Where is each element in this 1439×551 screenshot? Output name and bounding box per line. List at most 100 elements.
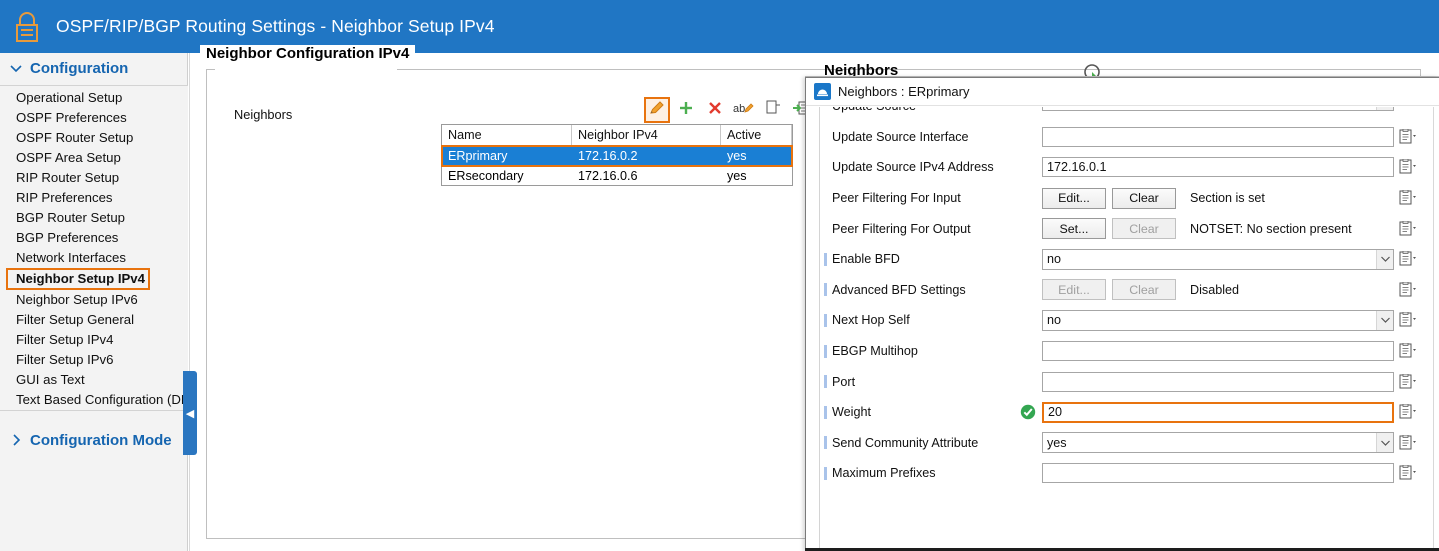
- sidebar-item-label: Neighbor Setup IPv4: [16, 271, 145, 286]
- clipboard-dropdown-icon[interactable]: [1399, 342, 1421, 360]
- sidebar-item-label: Filter Setup IPv6: [16, 352, 114, 367]
- update-source-interface-input[interactable]: [1042, 126, 1394, 147]
- column-header-name: Name: [442, 125, 572, 145]
- sidebar-item-label: BGP Router Setup: [16, 210, 125, 225]
- sidebar-item-bgp-router-setup[interactable]: BGP Router Setup: [0, 208, 188, 228]
- update-source-select[interactable]: Address: [1042, 107, 1394, 111]
- clipboard-dropdown-icon[interactable]: [1399, 220, 1421, 238]
- label-send-community-attribute: Send Community Attribute: [824, 436, 1042, 450]
- clipboard-dropdown-icon[interactable]: [1399, 403, 1421, 421]
- sidebar-item-label: Neighbor Setup IPv6: [16, 292, 138, 307]
- clipboard-dropdown-icon[interactable]: [1399, 434, 1421, 452]
- sidebar-item-neighbor-setup-ipv4[interactable]: Neighbor Setup IPv4: [6, 268, 150, 290]
- port-input[interactable]: [1042, 371, 1394, 392]
- label-text: Advanced BFD Settings: [832, 282, 966, 297]
- clipboard-dropdown-icon[interactable]: [1399, 281, 1421, 299]
- form-row-weight: Weight 20: [820, 397, 1439, 428]
- send-community-attribute-value: yes: [1047, 435, 1067, 450]
- sidebar-item-operational-setup[interactable]: Operational Setup: [0, 88, 188, 108]
- sidebar-item-filter-setup-general[interactable]: Filter Setup General: [0, 310, 188, 330]
- sidebar-item-ospf-area-setup[interactable]: OSPF Area Setup: [0, 148, 188, 168]
- rename-ab-icon: ab: [733, 99, 755, 122]
- sidebar-item-label: OSPF Area Setup: [16, 150, 121, 165]
- copy-icon: [764, 99, 782, 122]
- peer-filtering-input-edit-button[interactable]: Edit...: [1042, 187, 1106, 209]
- advanced-bfd-clear-button: Clear: [1112, 279, 1176, 301]
- clipboard-dropdown-icon[interactable]: [1399, 464, 1421, 482]
- enable-bfd-select[interactable]: no: [1042, 248, 1394, 270]
- list-toolbar: ab: [644, 97, 815, 123]
- peer-filtering-output-set-button[interactable]: Set...: [1042, 218, 1106, 240]
- clipboard-dropdown-icon[interactable]: [1399, 128, 1421, 146]
- neighbors-list-label: Neighbors: [234, 107, 293, 122]
- sidebar-item-rip-preferences[interactable]: RIP Preferences: [0, 188, 188, 208]
- sidebar-item-ospf-router-setup[interactable]: OSPF Router Setup: [0, 128, 188, 148]
- sidebar-item-filter-setup-ipv6[interactable]: Filter Setup IPv6: [0, 350, 188, 370]
- chevron-down-icon[interactable]: [1376, 107, 1393, 110]
- chevron-right-icon: [8, 432, 24, 448]
- sidebar-item-label: GUI as Text: [16, 372, 85, 387]
- cell-neighbor-ipv4: 172.16.0.2: [578, 149, 638, 163]
- sidebar-collapse-handle[interactable]: ◀: [183, 371, 197, 455]
- sidebar-item-label: Network Interfaces: [16, 250, 126, 265]
- delete-button[interactable]: [702, 97, 728, 123]
- sidebar-item-filter-setup-ipv4[interactable]: Filter Setup IPv4: [0, 330, 188, 350]
- label-text: Update Source IPv4 Address: [832, 160, 994, 175]
- field-marker: [824, 161, 827, 174]
- weight-input[interactable]: 20: [1042, 401, 1394, 423]
- send-community-attribute-select[interactable]: yes: [1042, 432, 1394, 454]
- sidebar-item-network-interfaces[interactable]: Network Interfaces: [0, 248, 188, 268]
- clipboard-dropdown-icon[interactable]: [1399, 311, 1421, 329]
- sidebar-item-gui-as-text[interactable]: GUI as Text: [0, 370, 188, 390]
- sidebar-section-label: Configuration Mode: [30, 431, 172, 449]
- clipboard-dropdown-icon[interactable]: [1399, 107, 1421, 109]
- sidebar-item-text-based-configuration[interactable]: Text Based Configuration (DEP: [0, 390, 188, 410]
- label-peer-filtering-for-output: Peer Filtering For Output: [824, 222, 1042, 236]
- clipboard-dropdown-icon[interactable]: [1399, 373, 1421, 391]
- update-source-ipv4-address-input[interactable]: 172.16.0.1: [1042, 157, 1394, 178]
- copy-button[interactable]: [760, 97, 786, 123]
- sidebar-item-ospf-preferences[interactable]: OSPF Preferences: [0, 108, 188, 128]
- sidebar-section-configuration[interactable]: Configuration: [0, 53, 188, 83]
- rename-button[interactable]: ab: [731, 97, 757, 123]
- label-text: Maximum Prefixes: [832, 466, 936, 481]
- sidebar-item-label: Filter Setup General: [16, 312, 135, 327]
- cell-neighbor-ipv4: 172.16.0.6: [578, 168, 638, 183]
- field-marker: [824, 375, 827, 389]
- maximum-prefixes-input[interactable]: [1042, 463, 1394, 484]
- clipboard-dropdown-icon[interactable]: [1399, 158, 1421, 176]
- table-row[interactable]: ERprimary 172.16.0.2 yes: [441, 145, 793, 167]
- label-ebgp-multihop: EBGP Multihop: [824, 344, 1042, 358]
- sidebar-item-bgp-preferences[interactable]: BGP Preferences: [0, 228, 188, 248]
- field-marker: [824, 130, 827, 143]
- sidebar-item-neighbor-setup-ipv6[interactable]: Neighbor Setup IPv6: [0, 290, 188, 310]
- sidebar-item-label: Filter Setup IPv4: [16, 332, 114, 347]
- chevron-down-icon: [8, 60, 24, 76]
- neighbors-icon: [814, 83, 831, 100]
- add-button[interactable]: [673, 97, 699, 123]
- chevron-down-icon[interactable]: [1376, 310, 1393, 330]
- table-row[interactable]: ERsecondary 172.16.0.6 yes: [442, 166, 792, 185]
- sidebar-item-label: RIP Preferences: [16, 190, 113, 205]
- ebgp-multihop-input[interactable]: [1042, 341, 1394, 362]
- peer-filtering-input-status: Section is set: [1190, 191, 1265, 206]
- column-header-neighbor-ipv4: Neighbor IPv4: [572, 125, 721, 145]
- label-port: Port: [824, 375, 1042, 389]
- sidebar-item-rip-router-setup[interactable]: RIP Router Setup: [0, 168, 188, 188]
- chevron-down-icon[interactable]: [1376, 249, 1393, 269]
- label-peer-filtering-for-input: Peer Filtering For Input: [824, 191, 1042, 205]
- clipboard-dropdown-icon[interactable]: [1399, 250, 1421, 268]
- sidebar-section-label: Configuration: [30, 59, 129, 77]
- label-maximum-prefixes: Maximum Prefixes: [824, 466, 1042, 480]
- edit-button[interactable]: [644, 97, 670, 123]
- peer-filtering-input-clear-button[interactable]: Clear: [1112, 187, 1176, 209]
- next-hop-self-select[interactable]: no: [1042, 309, 1394, 331]
- window-title: OSPF/RIP/BGP Routing Settings - Neighbor…: [56, 16, 495, 36]
- sidebar-section-configuration-mode[interactable]: Configuration Mode: [0, 425, 188, 455]
- sidebar: Configuration Operational Setup OSPF Pre…: [0, 53, 188, 551]
- cell-active: yes: [727, 168, 747, 183]
- label-update-source-ipv4-address: Update Source IPv4 Address: [824, 160, 1042, 174]
- chevron-down-icon[interactable]: [1376, 433, 1393, 453]
- clipboard-dropdown-icon[interactable]: [1399, 189, 1421, 207]
- field-marker: [824, 283, 827, 297]
